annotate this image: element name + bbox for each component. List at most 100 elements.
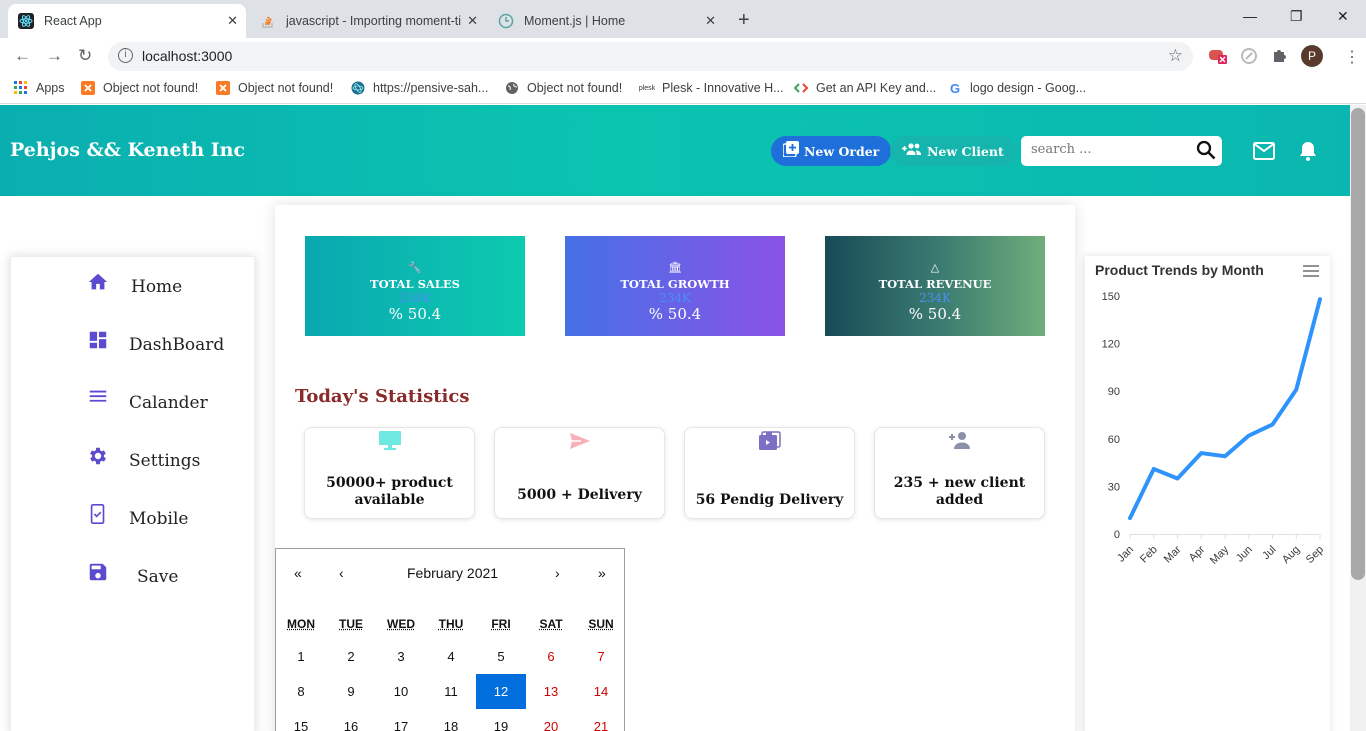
- calendar-day[interactable]: 2: [326, 639, 376, 674]
- bookmark-label: Object not found!: [103, 81, 199, 95]
- y-tick-label: 90: [1108, 386, 1120, 398]
- new-order-label: New Order: [804, 143, 880, 159]
- bookmark-item[interactable]: plesk Plesk - Innovative H...: [638, 81, 784, 95]
- calendar-day[interactable]: 21: [576, 709, 626, 731]
- bank-icon: 🏛: [668, 261, 682, 274]
- monitor-icon: [305, 430, 474, 456]
- back-arrow-icon[interactable]: ←: [14, 46, 31, 66]
- stat-text: 5000 + Delivery: [517, 487, 642, 503]
- calendar-day[interactable]: 12: [476, 674, 526, 709]
- calendar-day[interactable]: 15: [276, 709, 326, 731]
- new-client-button[interactable]: New Client: [890, 136, 1016, 166]
- sidebar-item-label: Save: [137, 567, 179, 587]
- bell-icon[interactable]: [1298, 140, 1318, 167]
- calendar-day[interactable]: 10: [376, 674, 426, 709]
- sidebar-item-dashboard[interactable]: DashBoard: [11, 327, 256, 367]
- window-close-icon[interactable]: ✕: [1337, 8, 1349, 25]
- search-icon[interactable]: [1195, 139, 1217, 166]
- avatar[interactable]: P: [1301, 45, 1323, 67]
- kebab-menu-icon[interactable]: ⋮: [1344, 47, 1360, 67]
- card-value: 234K: [399, 291, 431, 305]
- dashboard-icon: [87, 329, 109, 351]
- bookmark-item[interactable]: Object not found!: [81, 81, 198, 95]
- plesk-icon: plesk: [638, 84, 656, 92]
- extension-red-icon[interactable]: [1208, 47, 1228, 70]
- sidebar-item-home[interactable]: Home: [11, 269, 256, 309]
- x-tick-label: Apr: [1187, 543, 1208, 564]
- forward-arrow-icon[interactable]: →: [46, 46, 63, 66]
- hamburger-menu-icon[interactable]: [1303, 264, 1319, 282]
- calendar-day[interactable]: 19: [476, 709, 526, 731]
- calendar-day[interactable]: 7: [576, 639, 626, 674]
- bookmark-apps[interactable]: Apps: [14, 81, 65, 95]
- close-icon[interactable]: ✕: [705, 13, 716, 29]
- xampp-icon: [216, 81, 230, 95]
- bookmark-item[interactable]: Get an API Key and...: [794, 81, 936, 95]
- sidebar-item-label: Settings: [129, 451, 201, 471]
- bookmark-item[interactable]: https://pensive-sah...: [351, 81, 488, 95]
- sidebar-item-save[interactable]: Save: [11, 559, 256, 599]
- calendar-day[interactable]: 9: [326, 674, 376, 709]
- sidebar-item-label: DashBoard: [129, 335, 225, 355]
- scrollbar-thumb[interactable]: [1351, 108, 1365, 580]
- close-icon[interactable]: ✕: [227, 13, 238, 29]
- add-person-icon: [875, 430, 1044, 456]
- brand-title[interactable]: Pehjos && Keneth Inc: [10, 139, 245, 161]
- browser-tab-react-app[interactable]: React App ✕: [8, 4, 246, 38]
- calendar-day[interactable]: 20: [526, 709, 576, 731]
- calendar-prev-month-button[interactable]: ‹: [339, 565, 344, 581]
- triangle-icon: △: [930, 261, 940, 274]
- calendar-day[interactable]: 5: [476, 639, 526, 674]
- calendar-day[interactable]: 17: [376, 709, 426, 731]
- restore-icon[interactable]: ❐: [1290, 8, 1303, 25]
- browser-tab-stackoverflow[interactable]: javascript - Importing moment-ti ✕: [250, 4, 486, 38]
- calendar-next-year-button[interactable]: »: [598, 565, 606, 581]
- bookmark-item[interactable]: Object not found!: [505, 81, 622, 95]
- calendar-prev-year-button[interactable]: «: [294, 565, 302, 581]
- sidebar-item-settings[interactable]: Settings: [11, 443, 256, 483]
- bookmark-item[interactable]: G logo design - Goog...: [948, 81, 1087, 96]
- new-client-label: New Client: [927, 143, 1004, 159]
- search-input[interactable]: [1031, 142, 1191, 157]
- card-title: TOTAL SALES: [370, 277, 460, 291]
- calendar-day[interactable]: 1: [276, 639, 326, 674]
- new-tab-plus-icon[interactable]: +: [738, 9, 750, 32]
- puzzle-icon[interactable]: [1272, 47, 1288, 68]
- info-icon[interactable]: i: [118, 48, 133, 63]
- minimize-icon[interactable]: —: [1243, 8, 1257, 24]
- calendar-month-label[interactable]: February 2021: [407, 565, 498, 581]
- extension-gray-icon[interactable]: [1240, 47, 1258, 70]
- card-total-sales: 🔧 TOTAL SALES 234K % 50.4: [305, 236, 525, 336]
- calendar: « ‹ February 2021 › » MON TUE WED THU FRI SAT…: [275, 548, 625, 731]
- mail-icon[interactable]: [1253, 142, 1275, 165]
- sidebar-item-mobile[interactable]: Mobile: [11, 501, 256, 541]
- calendar-day[interactable]: 13: [526, 674, 576, 709]
- send-icon: [495, 430, 664, 456]
- calendar-day[interactable]: 3: [376, 639, 426, 674]
- calendar-day[interactable]: 16: [326, 709, 376, 731]
- calendar-day[interactable]: 6: [526, 639, 576, 674]
- calendar-day[interactable]: 11: [426, 674, 476, 709]
- line-chart-svg: 0 30 60 90 120 150 Jan Feb Mar Apr May Jun Jul Aug Sep: [1102, 291, 1326, 567]
- react-icon: [351, 81, 365, 95]
- stat-card-clients: 235 + new client added: [874, 427, 1045, 519]
- calendar-next-month-button[interactable]: ›: [555, 565, 560, 581]
- sidebar: Home DashBoard Calander Settings Mobile …: [10, 256, 255, 731]
- calendar-day[interactable]: 18: [426, 709, 476, 731]
- calendar-day[interactable]: 8: [276, 674, 326, 709]
- calendar-weekday: MON: [287, 617, 315, 631]
- bookmark-item[interactable]: Object not found!: [216, 81, 333, 95]
- x-tick-label: Aug: [1280, 544, 1302, 566]
- new-order-button[interactable]: New Order: [771, 136, 892, 166]
- calendar-day[interactable]: 14: [576, 674, 626, 709]
- browser-tab-momentjs[interactable]: Moment.js | Home ✕: [488, 4, 724, 38]
- sidebar-item-calander[interactable]: Calander: [11, 385, 256, 425]
- address-bar[interactable]: i localhost:3000 ☆: [108, 42, 1193, 71]
- add-people-icon: [902, 142, 922, 160]
- bookmark-star-icon[interactable]: ☆: [1168, 46, 1183, 66]
- calendar-day[interactable]: 4: [426, 639, 476, 674]
- close-icon[interactable]: ✕: [467, 13, 478, 29]
- card-title: TOTAL REVENUE: [878, 277, 992, 291]
- reload-icon[interactable]: ↻: [78, 46, 92, 66]
- bookmark-label: logo design - Goog...: [970, 81, 1087, 95]
